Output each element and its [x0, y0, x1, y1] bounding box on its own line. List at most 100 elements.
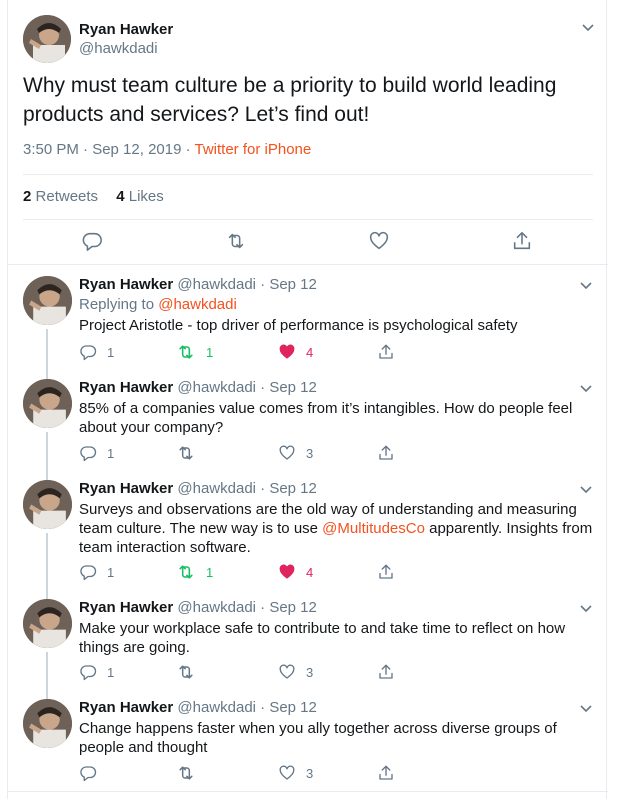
avatar[interactable]	[23, 276, 72, 325]
like-button[interactable]: 3	[278, 443, 313, 463]
retweet-icon	[179, 565, 193, 579]
author-name[interactable]: Ryan Hawker	[79, 379, 173, 396]
share-icon	[379, 445, 393, 460]
reply-header: Ryan Hawker @hawkdadi · Sep 12	[79, 276, 317, 293]
reply-button[interactable]: 1	[79, 562, 114, 582]
heart-icon	[279, 664, 295, 679]
chevron-down-icon[interactable]	[579, 279, 593, 298]
share-button[interactable]	[377, 443, 405, 463]
divider	[8, 791, 608, 792]
reply-icon[interactable]	[81, 230, 105, 254]
author-handle[interactable]: @hawkdadi	[79, 40, 158, 57]
reply-action-bar: 1 3	[79, 662, 599, 682]
retweet-icon	[179, 766, 193, 780]
retweets-stat[interactable]: 2 Retweets	[23, 188, 98, 205]
avatar[interactable]	[23, 599, 72, 648]
like-button[interactable]: 4	[278, 342, 313, 362]
reply-tweet[interactable]: Ryan Hawker @hawkdadi · Sep 12 Change ha…	[8, 689, 608, 789]
tweet-source-link[interactable]: Twitter for iPhone	[195, 141, 312, 158]
reply-text: Make your workplace safe to contribute t…	[79, 620, 566, 656]
mention-link[interactable]: @MultitudesCo	[322, 520, 425, 537]
reply-tweet[interactable]: Ryan Hawker @hawkdadi · Sep 12 Make your…	[8, 588, 608, 699]
author-handle-date[interactable]: @hawkdadi · Sep 12	[177, 699, 316, 716]
share-button[interactable]	[377, 662, 405, 682]
reply-icon	[80, 565, 97, 581]
heart-icon	[279, 765, 295, 780]
reply-tweet[interactable]: Ryan Hawker @hawkdadi · Sep 12 Surveys a…	[8, 469, 608, 599]
reply-header: Ryan Hawker @hawkdadi · Sep 12	[79, 480, 317, 497]
tweet-stats: 2 Retweets 4 Likes	[23, 188, 164, 205]
reply-action-bar: 1 1 4	[79, 562, 599, 582]
share-icon[interactable]	[511, 230, 535, 254]
likes-label: Likes	[128, 188, 164, 205]
reply-button[interactable]: 1	[79, 662, 114, 682]
reply-header: Ryan Hawker @hawkdadi · Sep 12	[79, 379, 317, 396]
retweet-button[interactable]	[176, 763, 206, 783]
author-name[interactable]: Ryan Hawker	[79, 699, 173, 716]
retweet-button[interactable]: 1	[176, 342, 213, 362]
retweet-button[interactable]: 1	[176, 562, 213, 582]
share-button[interactable]	[377, 342, 405, 362]
tweet-timestamp[interactable]: 3:50 PM · Sep 12, 2019 ·	[23, 141, 195, 158]
author-handle-date[interactable]: @hawkdadi · Sep 12	[177, 379, 316, 396]
reply-header: Ryan Hawker @hawkdadi · Sep 12	[79, 699, 317, 716]
tweet-meta: 3:50 PM · Sep 12, 2019 · Twitter for iPh…	[23, 141, 311, 158]
reply-text: Surveys and observations are the old way…	[79, 501, 593, 556]
likes-count: 4	[116, 188, 125, 205]
thread-line	[46, 366, 48, 379]
author-name[interactable]: Ryan Hawker	[79, 599, 173, 616]
share-icon	[379, 664, 393, 679]
reply-text: 85% of a companies value comes from it’s…	[79, 400, 573, 436]
retweet-icon	[179, 446, 193, 460]
heart-icon	[279, 564, 295, 579]
retweet-button[interactable]	[176, 662, 206, 682]
reply-icon	[80, 345, 97, 361]
replying-to: Replying to @hawkdadi	[79, 296, 237, 313]
share-icon	[379, 564, 393, 579]
retweets-label: Retweets	[35, 188, 99, 205]
share-icon	[379, 765, 393, 780]
share-button[interactable]	[377, 562, 405, 582]
action-bar	[8, 230, 608, 254]
author-name[interactable]: Ryan Hawker	[79, 276, 173, 293]
avatar[interactable]	[23, 480, 72, 529]
retweet-icon[interactable]	[225, 230, 249, 254]
reply-action-bar: 1 3	[79, 443, 599, 463]
heart-icon	[279, 445, 295, 460]
replying-to-link[interactable]: @hawkdadi	[158, 296, 237, 313]
author-name[interactable]: Ryan Hawker	[79, 480, 173, 497]
reply-icon	[80, 766, 97, 782]
thread-line	[46, 469, 48, 480]
reply-text: Project Aristotle - top driver of perfor…	[79, 317, 518, 334]
reply-header: Ryan Hawker @hawkdadi · Sep 12	[79, 599, 317, 616]
share-icon	[379, 344, 393, 359]
likes-stat[interactable]: 4 Likes	[116, 188, 164, 205]
reply-action-bar: 1 1 4	[79, 342, 599, 362]
tweet-text: Why must team culture be a priority to b…	[23, 74, 557, 126]
reply-action-bar: 3	[79, 763, 599, 783]
reply-tweet[interactable]: Ryan Hawker @hawkdadi · Sep 12 Replying …	[8, 266, 608, 375]
reply-button[interactable]	[79, 763, 107, 783]
like-button[interactable]: 4	[278, 562, 313, 582]
avatar[interactable]	[23, 699, 72, 748]
share-button[interactable]	[377, 763, 405, 783]
author-handle-date[interactable]: @hawkdadi · Sep 12	[177, 599, 316, 616]
like-button[interactable]: 3	[278, 662, 313, 682]
avatar[interactable]	[23, 379, 72, 428]
heart-icon[interactable]	[368, 230, 392, 254]
author-handle-date[interactable]: @hawkdadi · Sep 12	[177, 276, 316, 293]
reply-button[interactable]: 1	[79, 342, 114, 362]
author-name[interactable]: Ryan Hawker	[79, 21, 173, 38]
reply-tweet[interactable]: Ryan Hawker @hawkdadi · Sep 12 85% of a …	[8, 366, 608, 479]
author-handle-date[interactable]: @hawkdadi · Sep 12	[177, 480, 316, 497]
reply-icon	[80, 665, 97, 681]
divider	[23, 219, 593, 220]
avatar[interactable]	[23, 15, 71, 63]
thread-line	[46, 588, 48, 599]
chevron-down-icon[interactable]	[581, 21, 595, 40]
like-button[interactable]: 3	[278, 763, 313, 783]
reply-button[interactable]: 1	[79, 443, 114, 463]
heart-icon	[279, 344, 295, 359]
retweet-button[interactable]	[176, 443, 206, 463]
main-tweet[interactable]: Ryan Hawker @hawkdadi Why must team cult…	[8, 0, 608, 265]
